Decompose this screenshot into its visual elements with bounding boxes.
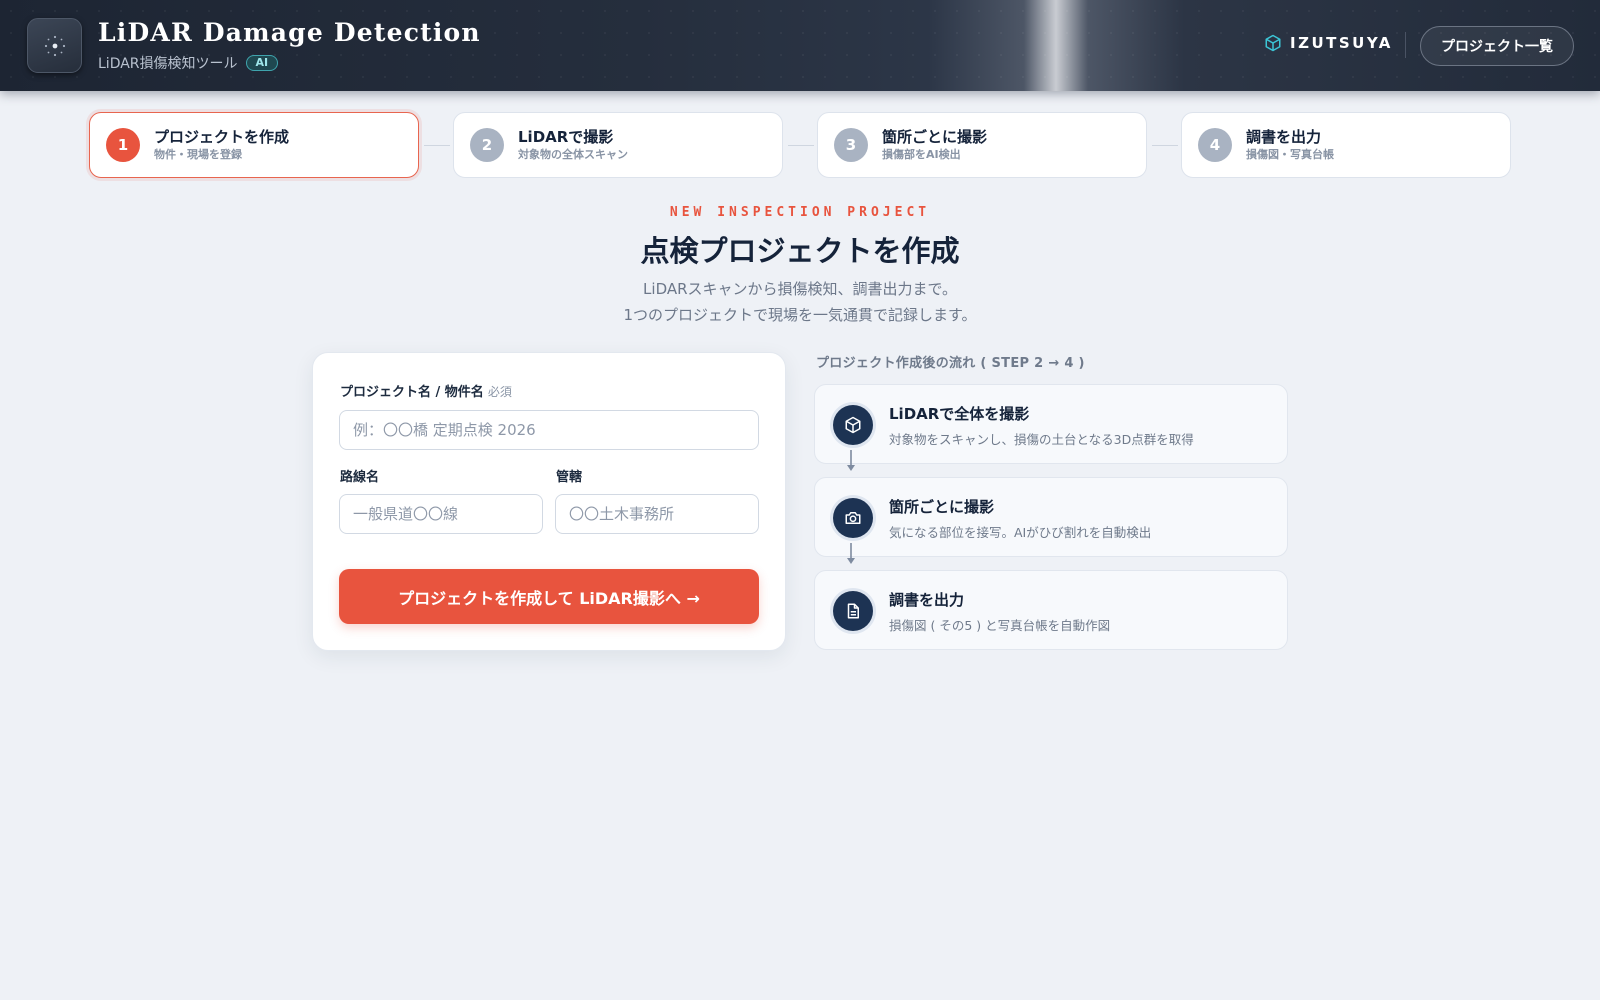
step-text: プロジェクトを作成 物件・現場を登録: [154, 127, 289, 163]
project-name-label-text: プロジェクト名 / 物件名: [340, 385, 484, 400]
hero-description: LiDARスキャンから損傷検知、調書出力まで。 1つのプロジェクトで現場を一気通…: [0, 276, 1600, 328]
step-desc: 損傷部をAI検出: [882, 148, 961, 161]
step-number: 4: [1198, 128, 1232, 162]
office-input[interactable]: [555, 494, 759, 534]
step-number: 1: [106, 128, 140, 162]
flow-title: LiDARで全体を撮影: [889, 405, 1030, 423]
header-divider: [1405, 32, 1406, 58]
camera-icon: [845, 512, 861, 524]
cube-icon: [1265, 34, 1281, 52]
step-desc: 対象物の全体スキャン: [518, 148, 628, 161]
step-export-report[interactable]: 4 調書を出力 損傷図・写真台帳: [1181, 112, 1511, 178]
flow-item-photo: 箇所ごとに撮影 気になる部位を接写。AIがひび割れを自動検出: [814, 477, 1288, 557]
step-connector: [788, 145, 814, 146]
hero-desc-line1: LiDARスキャンから損傷検知、調書出力まで。: [643, 280, 957, 298]
project-list-button[interactable]: プロジェクト一覧: [1420, 26, 1574, 66]
flow-desc: 対象物をスキャンし、損傷の土台となる3D点群を取得: [889, 432, 1194, 447]
hero-eyebrow: NEW INSPECTION PROJECT: [669, 205, 931, 220]
flow-arrow-down-icon: [847, 450, 855, 471]
flow-item-lidar: LiDARで全体を撮影 対象物をスキャンし、損傷の土台となる3D点群を取得: [814, 384, 1288, 464]
create-project-button[interactable]: プロジェクトを作成して LiDAR撮影へ →: [339, 569, 759, 624]
flow-desc: 損傷図 ( その5 ) と写真台帳を自動作図: [889, 618, 1111, 633]
route-input[interactable]: [339, 494, 543, 534]
flow-title: 箇所ごとに撮影: [889, 498, 995, 516]
step-number: 3: [834, 128, 868, 162]
project-name-input[interactable]: [339, 410, 759, 450]
cube-icon: [845, 416, 861, 434]
app-title: LiDAR Damage Detection: [98, 18, 481, 47]
flow-icon: [833, 591, 873, 631]
app-subtitle-text: LiDAR損傷検知ツール: [98, 56, 238, 72]
step-text: 箇所ごとに撮影 損傷部をAI検出: [882, 127, 987, 163]
step-text: 調書を出力 損傷図・写真台帳: [1246, 127, 1334, 163]
step-detail-photo[interactable]: 3 箇所ごとに撮影 損傷部をAI検出: [817, 112, 1147, 178]
flow-item-report: 調書を出力 損傷図 ( その5 ) と写真台帳を自動作図: [814, 570, 1288, 650]
route-label: 路線名: [340, 470, 380, 485]
flow-desc: 気になる部位を接写。AIがひび割れを自動検出: [889, 525, 1152, 540]
document-icon: [847, 603, 859, 619]
required-mark: 必須: [487, 385, 512, 399]
flow-icon: [833, 405, 873, 445]
flow-heading: プロジェクト作成後の流れ ( STEP 2 → 4 ): [816, 356, 1085, 371]
flow-title: 調書を出力: [889, 591, 965, 609]
brand: IZUTSUYA: [1264, 34, 1393, 52]
brand-name: IZUTSUYA: [1290, 34, 1393, 52]
step-text: LiDARで撮影 対象物の全体スキャン: [518, 127, 628, 163]
step-title: 調書を出力: [1246, 128, 1322, 146]
step-desc: 損傷図・写真台帳: [1246, 148, 1334, 161]
step-title: 箇所ごとに撮影: [882, 128, 988, 146]
step-number: 2: [470, 128, 504, 162]
app-logo[interactable]: [27, 18, 82, 73]
app-header: LiDAR Damage Detection LiDAR損傷検知ツール AI I…: [0, 0, 1600, 91]
scanner-dots-icon: [44, 35, 65, 56]
step-create-project[interactable]: 1 プロジェクトを作成 物件・現場を登録: [89, 112, 419, 178]
step-title: LiDARで撮影: [518, 128, 614, 146]
flow-arrow-down-icon: [847, 543, 855, 564]
step-connector: [1152, 145, 1178, 146]
app-subtitle: LiDAR損傷検知ツール AI: [98, 53, 279, 73]
step-lidar-scan[interactable]: 2 LiDARで撮影 対象物の全体スキャン: [453, 112, 783, 178]
ai-badge: AI: [245, 55, 279, 71]
step-connector: [424, 145, 450, 146]
page-title: 点検プロジェクトを作成: [640, 234, 960, 268]
flow-icon: [833, 498, 873, 538]
project-form-card: プロジェクト名 / 物件名必須 路線名 管轄 プロジェクトを作成して LiDAR…: [312, 352, 786, 651]
step-title: プロジェクトを作成: [154, 128, 290, 146]
project-name-label: プロジェクト名 / 物件名 必須: [340, 381, 512, 400]
hero-desc-line2: 1つのプロジェクトで現場を一気通貫で記録します。: [623, 306, 977, 324]
office-label: 管轄: [556, 470, 583, 485]
step-desc: 物件・現場を登録: [154, 148, 242, 161]
